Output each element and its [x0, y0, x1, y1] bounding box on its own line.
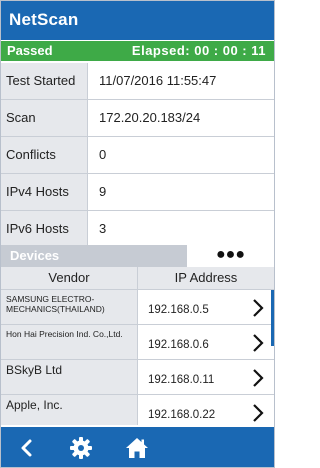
table-row[interactable]: Apple, Inc. 192.168.0.22	[1, 395, 274, 425]
info-label: Conflicts	[1, 137, 88, 173]
ip-cell: 192.168.0.5	[148, 304, 209, 316]
column-header-ip: IP Address	[174, 270, 238, 285]
app-header: NetScan	[1, 1, 274, 40]
info-row-scan: Scan 172.20.20.183/24	[1, 100, 274, 137]
vendor-cell: BSkyB Ltd	[1, 360, 138, 394]
vendor-cell: Apple, Inc.	[1, 395, 138, 425]
info-label: Scan	[1, 100, 88, 136]
app-frame: NetScan Passed Elapsed: 00 : 00 : 11 Tes…	[0, 0, 275, 468]
more-options-button[interactable]: ●●●	[186, 245, 274, 267]
table-row[interactable]: SAMSUNG ELECTRO-MECHANICS(THAILAND) 192.…	[1, 290, 274, 325]
chevron-right-icon[interactable]	[250, 368, 266, 388]
elapsed-time: Elapsed: 00 : 00 : 11	[131, 43, 266, 58]
ip-cell: 192.168.0.6	[148, 339, 209, 351]
chevron-right-icon[interactable]	[250, 403, 266, 423]
column-header-vendor: Vendor	[1, 267, 138, 289]
info-value: 0	[99, 147, 107, 162]
status-bar: Passed Elapsed: 00 : 00 : 11	[1, 41, 274, 61]
info-value: 172.20.20.183/24	[99, 110, 201, 125]
app-title: NetScan	[9, 10, 79, 29]
vendor-cell: Hon Hai Precision Ind. Co.,Ltd.	[1, 325, 138, 359]
info-value: 9	[99, 184, 107, 199]
chevron-right-icon[interactable]	[250, 333, 266, 353]
info-label: IPv4 Hosts	[1, 174, 88, 210]
devices-list[interactable]: SAMSUNG ELECTRO-MECHANICS(THAILAND) 192.…	[1, 290, 274, 425]
info-row-conflicts: Conflicts 0	[1, 137, 274, 174]
status-label: Passed	[7, 43, 53, 58]
test-info-table: Test Started 11/07/2016 11:55:47 Scan 17…	[1, 63, 274, 248]
gear-icon[interactable]	[69, 436, 93, 460]
ip-cell: 192.168.0.22	[148, 409, 216, 421]
back-icon[interactable]	[15, 436, 39, 460]
table-row[interactable]: Hon Hai Precision Ind. Co.,Ltd. 192.168.…	[1, 325, 274, 360]
tab-devices[interactable]: Devices	[1, 245, 186, 267]
home-icon[interactable]	[125, 436, 149, 460]
info-row-ipv4-hosts: IPv4 Hosts 9	[1, 174, 274, 211]
info-label: Test Started	[1, 63, 88, 99]
info-value: 11/07/2016 11:55:47	[99, 73, 217, 88]
bottom-toolbar	[1, 427, 274, 467]
table-row[interactable]: BSkyB Ltd 192.168.0.11	[1, 360, 274, 395]
ip-cell: 192.168.0.11	[148, 374, 215, 386]
devices-table-header: Vendor IP Address	[1, 267, 274, 290]
info-row-test-started: Test Started 11/07/2016 11:55:47	[1, 63, 274, 100]
info-label: IPv6 Hosts	[1, 211, 88, 247]
vendor-cell: SAMSUNG ELECTRO-MECHANICS(THAILAND)	[1, 290, 138, 324]
chevron-right-icon[interactable]	[250, 298, 266, 318]
info-value: 3	[99, 221, 107, 236]
devices-bar: Devices ●●●	[1, 245, 274, 267]
info-row-ipv6-hosts: IPv6 Hosts 3	[1, 211, 274, 248]
scrollbar[interactable]	[271, 290, 274, 346]
